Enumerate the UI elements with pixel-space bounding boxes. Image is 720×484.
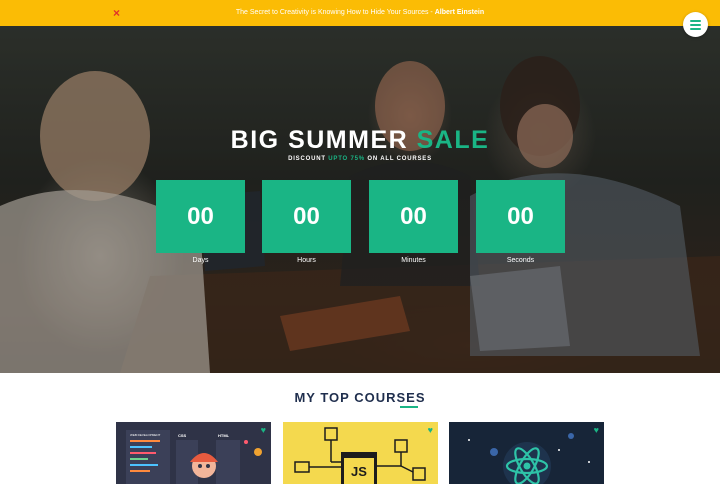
course-thumbnail-web-development — [126, 430, 262, 484]
menu-icon-bar — [690, 24, 701, 26]
countdown-minutes-label: Minutes — [401, 257, 426, 264]
course-card-web-development[interactable]: WEB DEVELOPMENT CSS HTML ♥ — [116, 422, 271, 484]
countdown-minutes-value: 00 — [369, 180, 458, 253]
quote-text: The Secret to Creativity is Knowing How … — [235, 9, 433, 16]
course-thumbnail-react — [468, 433, 590, 484]
countdown-hours-label: Hours — [297, 257, 316, 264]
hero-title-accent: SALE — [416, 126, 490, 154]
hero-title: BIG SUMMER SALE — [0, 125, 720, 155]
section-title: MY TOP COURSES — [294, 390, 426, 405]
announcement-bar: × The Secret to Creativity is Knowing Ho… — [0, 0, 720, 26]
countdown-seconds-label: Seconds — [506, 257, 535, 264]
favorite-heart-icon[interactable]: ♥ — [594, 425, 599, 435]
html-label: HTML — [218, 433, 230, 438]
menu-icon-bar — [690, 28, 701, 30]
announcement-quote: The Secret to Creativity is Knowing How … — [0, 8, 720, 18]
countdown-hours-value: 00 — [262, 180, 351, 253]
countdown-days-value: 00 — [156, 180, 245, 253]
countdown-seconds-value: 00 — [476, 180, 565, 253]
css-label: CSS — [178, 433, 187, 438]
js-label: JS — [351, 464, 367, 479]
section-title-underline — [400, 406, 418, 408]
hero-banner: BIG SUMMER SALE DISCOUNT UPTO 75% ON ALL… — [0, 26, 720, 373]
hero-subtitle: DISCOUNT UPTO 75% ON ALL COURSES — [0, 155, 720, 164]
favorite-heart-icon[interactable]: ♥ — [428, 425, 433, 435]
quote-author: Albert Einstein — [434, 9, 485, 16]
hero-subtitle-accent: UPTO 75% — [328, 156, 365, 162]
hero-title-main: BIG SUMMER — [230, 126, 409, 154]
course-card-javascript[interactable]: JS ♥ — [283, 422, 438, 484]
hero-overlay — [0, 26, 720, 373]
favorite-heart-icon[interactable]: ♥ — [261, 425, 266, 435]
menu-icon-bar — [690, 20, 701, 22]
menu-button[interactable] — [683, 12, 708, 37]
countdown-days-label: Days — [192, 257, 209, 264]
web-development-label: WEB DEVELOPMENT — [130, 433, 161, 437]
hero-subtitle-before: DISCOUNT — [288, 156, 326, 162]
course-card-react[interactable]: ♥ — [449, 422, 604, 484]
hero-subtitle-after: ON ALL COURSES — [367, 156, 432, 162]
